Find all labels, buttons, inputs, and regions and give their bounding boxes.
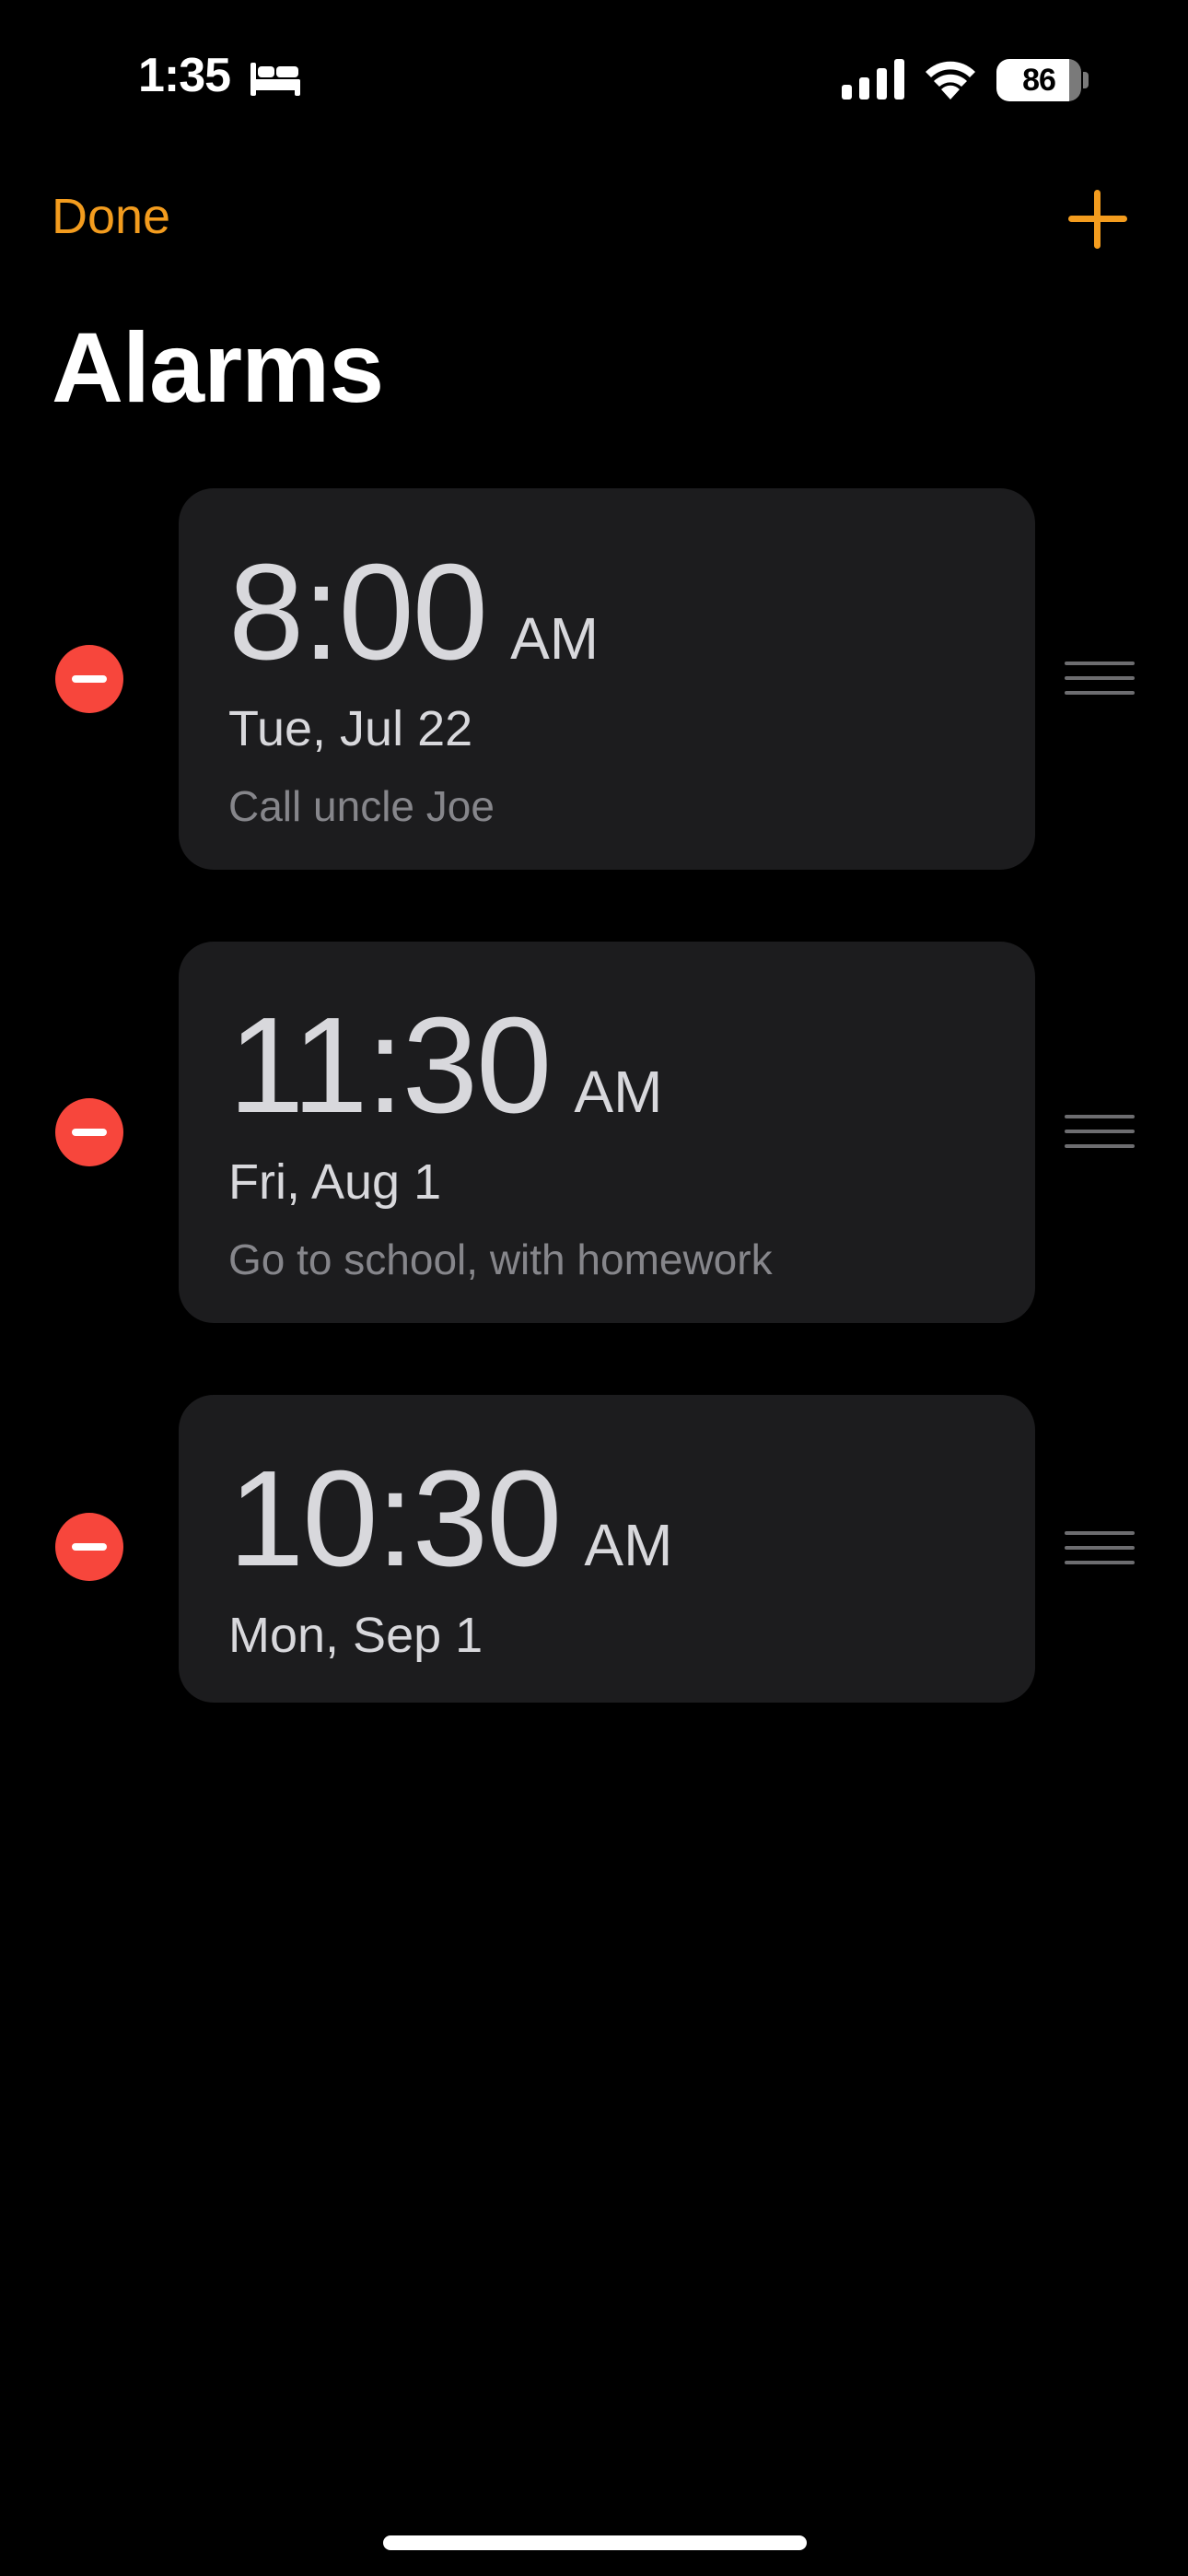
minus-icon [72, 675, 107, 683]
alarm-label: Go to school, with homework [228, 1235, 773, 1283]
alarm-time-value: 8:00 [228, 536, 488, 688]
delete-alarm-button[interactable] [55, 645, 123, 713]
alarm-ampm: AM [584, 1512, 673, 1578]
plus-icon [1068, 190, 1127, 249]
alarm-time: 8:00 AM [228, 534, 599, 691]
alarm-date: Tue, Jul 22 [228, 701, 473, 756]
battery-icon: 86 [996, 59, 1081, 101]
alarm-card[interactable]: 8:00 AM Tue, Jul 22 Call uncle Joe [179, 488, 1035, 870]
status-time: 1:35 [138, 49, 231, 102]
delete-alarm-button[interactable] [55, 1513, 123, 1581]
bed-icon [250, 59, 300, 96]
alarm-ampm: AM [510, 605, 600, 672]
battery-tip [1083, 72, 1089, 88]
reorder-handle-icon[interactable] [1065, 1115, 1135, 1152]
alarm-card[interactable]: 11:30 AM Fri, Aug 1 Go to school, with ho… [179, 942, 1035, 1323]
alarm-time-value: 10:30 [228, 1443, 562, 1595]
alarm-ampm: AM [574, 1059, 663, 1125]
minus-icon [72, 1129, 107, 1136]
home-indicator[interactable] [383, 2535, 807, 2550]
alarm-time-value: 11:30 [228, 989, 552, 1142]
reorder-handle-icon[interactable] [1065, 662, 1135, 698]
alarm-date: Fri, Aug 1 [228, 1154, 442, 1210]
page-title: Alarms [52, 311, 384, 423]
done-button[interactable]: Done [52, 188, 170, 245]
alarm-time: 11:30 AM [228, 988, 662, 1144]
wifi-icon [923, 57, 978, 100]
alarm-time: 10:30 AM [228, 1441, 672, 1598]
alarm-date: Mon, Sep 1 [228, 1608, 483, 1663]
reorder-handle-icon[interactable] [1065, 1531, 1135, 1568]
alarm-label: Call uncle Joe [228, 782, 495, 830]
cellular-signal-icon [842, 59, 904, 100]
add-alarm-button[interactable] [1065, 186, 1131, 252]
delete-alarm-button[interactable] [55, 1098, 123, 1166]
minus-icon [72, 1543, 107, 1551]
alarm-card[interactable]: 10:30 AM Mon, Sep 1 [179, 1395, 1035, 1703]
